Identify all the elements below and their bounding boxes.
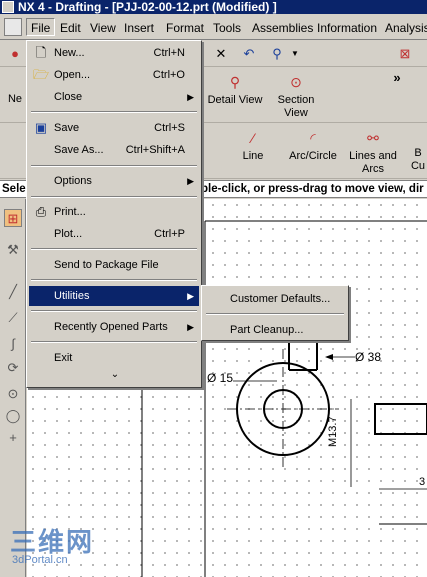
cross-tool-icon[interactable]: +: [4, 429, 22, 447]
menu-information[interactable]: Information: [313, 19, 381, 37]
title-bar: NX 4 - Drafting - [PJJ-02-00-12.prt (Mod…: [0, 0, 427, 14]
menu-format[interactable]: Format: [162, 19, 208, 37]
left-toolbox: ⊞ ⚒ ╱ ⟋ ∫ ⟳ ⊙ ◯ +: [0, 199, 26, 577]
point-icon[interactable]: ⊙: [4, 385, 22, 403]
open-folder-icon: 🗁: [33, 67, 50, 82]
chevron-right-icon: ▶: [187, 92, 194, 102]
utilities-submenu: Customer Defaults... Part Cleanup...: [201, 285, 349, 341]
chevron-right-icon: ▶: [187, 176, 194, 186]
menu-item-options[interactable]: Options ▶: [29, 171, 199, 191]
menu-item-recent-parts[interactable]: Recently Opened Parts ▶: [29, 317, 199, 337]
lines-arcs-label-1: Lines and: [349, 150, 397, 162]
detail-view-button[interactable]: ⚲ Detail View: [204, 73, 266, 107]
line-tool-icon[interactable]: ╱: [4, 283, 22, 301]
partial-label-1: B: [414, 147, 422, 159]
menu-file[interactable]: File: [26, 18, 56, 36]
snap-line-icon[interactable]: ⟋: [4, 309, 22, 327]
menu-item-print[interactable]: ⎙ Print...: [29, 202, 199, 222]
menu-item-part-cleanup[interactable]: Part Cleanup...: [204, 320, 346, 340]
section-view-label-1: Section: [277, 94, 315, 106]
menu-separator: [31, 341, 197, 343]
printer-icon: ⎙: [35, 204, 47, 219]
chevron-down-icon[interactable]: ▼: [286, 45, 304, 63]
window-title: NX 4 - Drafting - [PJJ-02-00-12.prt (Mod…: [18, 0, 277, 14]
cue-line-text: ple-click, or press-drag to move view, d…: [201, 183, 424, 195]
watermark: 三维网 3dPortal.cn: [4, 522, 124, 572]
menu-item-save[interactable]: ▣ Save Ctrl+S: [29, 118, 199, 138]
menu-separator: [31, 279, 197, 281]
lines-arcs-icon: ⚯: [367, 130, 379, 146]
menu-analysis[interactable]: Analysis: [381, 19, 427, 37]
circle-tool-icon[interactable]: ◯: [4, 407, 22, 425]
new-file-icon: 🗋: [35, 45, 47, 60]
partial-button[interactable]: B Cu: [410, 147, 426, 173]
chevron-right-icon: ▶: [187, 291, 194, 301]
menu-bar: File Edit View Insert Format Tools Assem…: [0, 14, 427, 40]
dim-38-arrow: [325, 354, 333, 360]
fit-view-icon[interactable]: ⊠: [396, 45, 414, 63]
lower-dim-label: 3: [419, 476, 425, 488]
dim-m13-label: M13.7: [327, 416, 339, 447]
menu-item-open[interactable]: 🗁 Open... Ctrl+O: [29, 65, 199, 85]
menu-view[interactable]: View: [86, 19, 120, 37]
new-sheet-button[interactable]: Ne: [6, 93, 24, 106]
menu-separator: [31, 111, 197, 113]
chevron-right-icon: ▶: [187, 322, 194, 332]
line-label: Line: [242, 150, 264, 162]
select-icon[interactable]: ⊞: [4, 209, 22, 227]
menu-edit[interactable]: Edit: [56, 19, 85, 37]
dimension-icon[interactable]: ⚒: [4, 241, 22, 259]
section-view-icon: ⊙: [290, 74, 302, 90]
right-view-rect: [374, 403, 427, 435]
menu-item-close[interactable]: Close ▶: [29, 87, 199, 107]
line-icon: ⁄: [251, 130, 255, 146]
menu-separator: [31, 196, 197, 198]
menu-item-plot[interactable]: Plot... Ctrl+P: [29, 224, 199, 244]
menu-item-exit[interactable]: Exit: [29, 348, 199, 368]
menu-separator: [31, 248, 197, 250]
start-icon[interactable]: ●: [6, 45, 24, 63]
lines-arcs-label-2: Arcs: [362, 163, 384, 175]
arrow-tool-icon[interactable]: ⟳: [4, 359, 22, 377]
menu-tools[interactable]: Tools: [209, 19, 245, 37]
expand-menu-icon[interactable]: ⌄: [27, 369, 203, 380]
menu-item-utilities[interactable]: Utilities ▶: [29, 286, 199, 306]
select-filter-icon[interactable]: ⚲: [268, 45, 286, 63]
undo-icon[interactable]: ↶: [240, 45, 258, 63]
menu-assemblies[interactable]: Assemblies: [248, 19, 317, 37]
menu-separator: [31, 310, 197, 312]
file-menu: 🗋 New... Ctrl+N 🗁 Open... Ctrl+O Close ▶…: [26, 40, 202, 388]
menu-insert[interactable]: Insert: [120, 19, 158, 37]
section-view-label-2: View: [284, 107, 308, 119]
menu-item-new[interactable]: 🗋 New... Ctrl+N: [29, 43, 199, 63]
detail-view-icon: ⚲: [229, 74, 241, 90]
save-disk-icon: ▣: [34, 120, 48, 135]
menu-separator: [31, 165, 197, 167]
line-button[interactable]: ⁄ Line: [236, 129, 270, 163]
arc-circle-icon: ◜: [310, 130, 316, 146]
menu-item-send-to-package[interactable]: Send to Package File: [29, 255, 199, 275]
delete-icon[interactable]: ✕: [212, 45, 230, 63]
menu-separator: [206, 313, 344, 315]
cue-line-left: Sele: [2, 183, 26, 195]
arc-circle-label: Arc/Circle: [289, 150, 337, 162]
section-view-button[interactable]: ⊙ Section View: [270, 73, 322, 120]
arc-circle-button[interactable]: ◜ Arc/Circle: [286, 129, 340, 163]
partial-label-2: Cu: [410, 160, 426, 172]
app-icon: [2, 1, 14, 13]
lines-arcs-button[interactable]: ⚯ Lines and Arcs: [346, 129, 400, 176]
curve-icon[interactable]: ∫: [4, 335, 22, 353]
menu-item-customer-defaults[interactable]: Customer Defaults...: [204, 289, 346, 309]
watermark-url: 3dPortal.cn: [12, 554, 68, 566]
nx-logo-icon[interactable]: [4, 18, 22, 36]
dim-15-label: Ø 15: [207, 371, 234, 385]
menu-item-save-as[interactable]: Save As... Ctrl+Shift+A: [29, 140, 199, 160]
dim-38-label: Ø 38: [355, 350, 382, 364]
detail-view-label: Detail View: [207, 94, 263, 106]
toolbar-more-icon[interactable]: »: [388, 69, 406, 87]
